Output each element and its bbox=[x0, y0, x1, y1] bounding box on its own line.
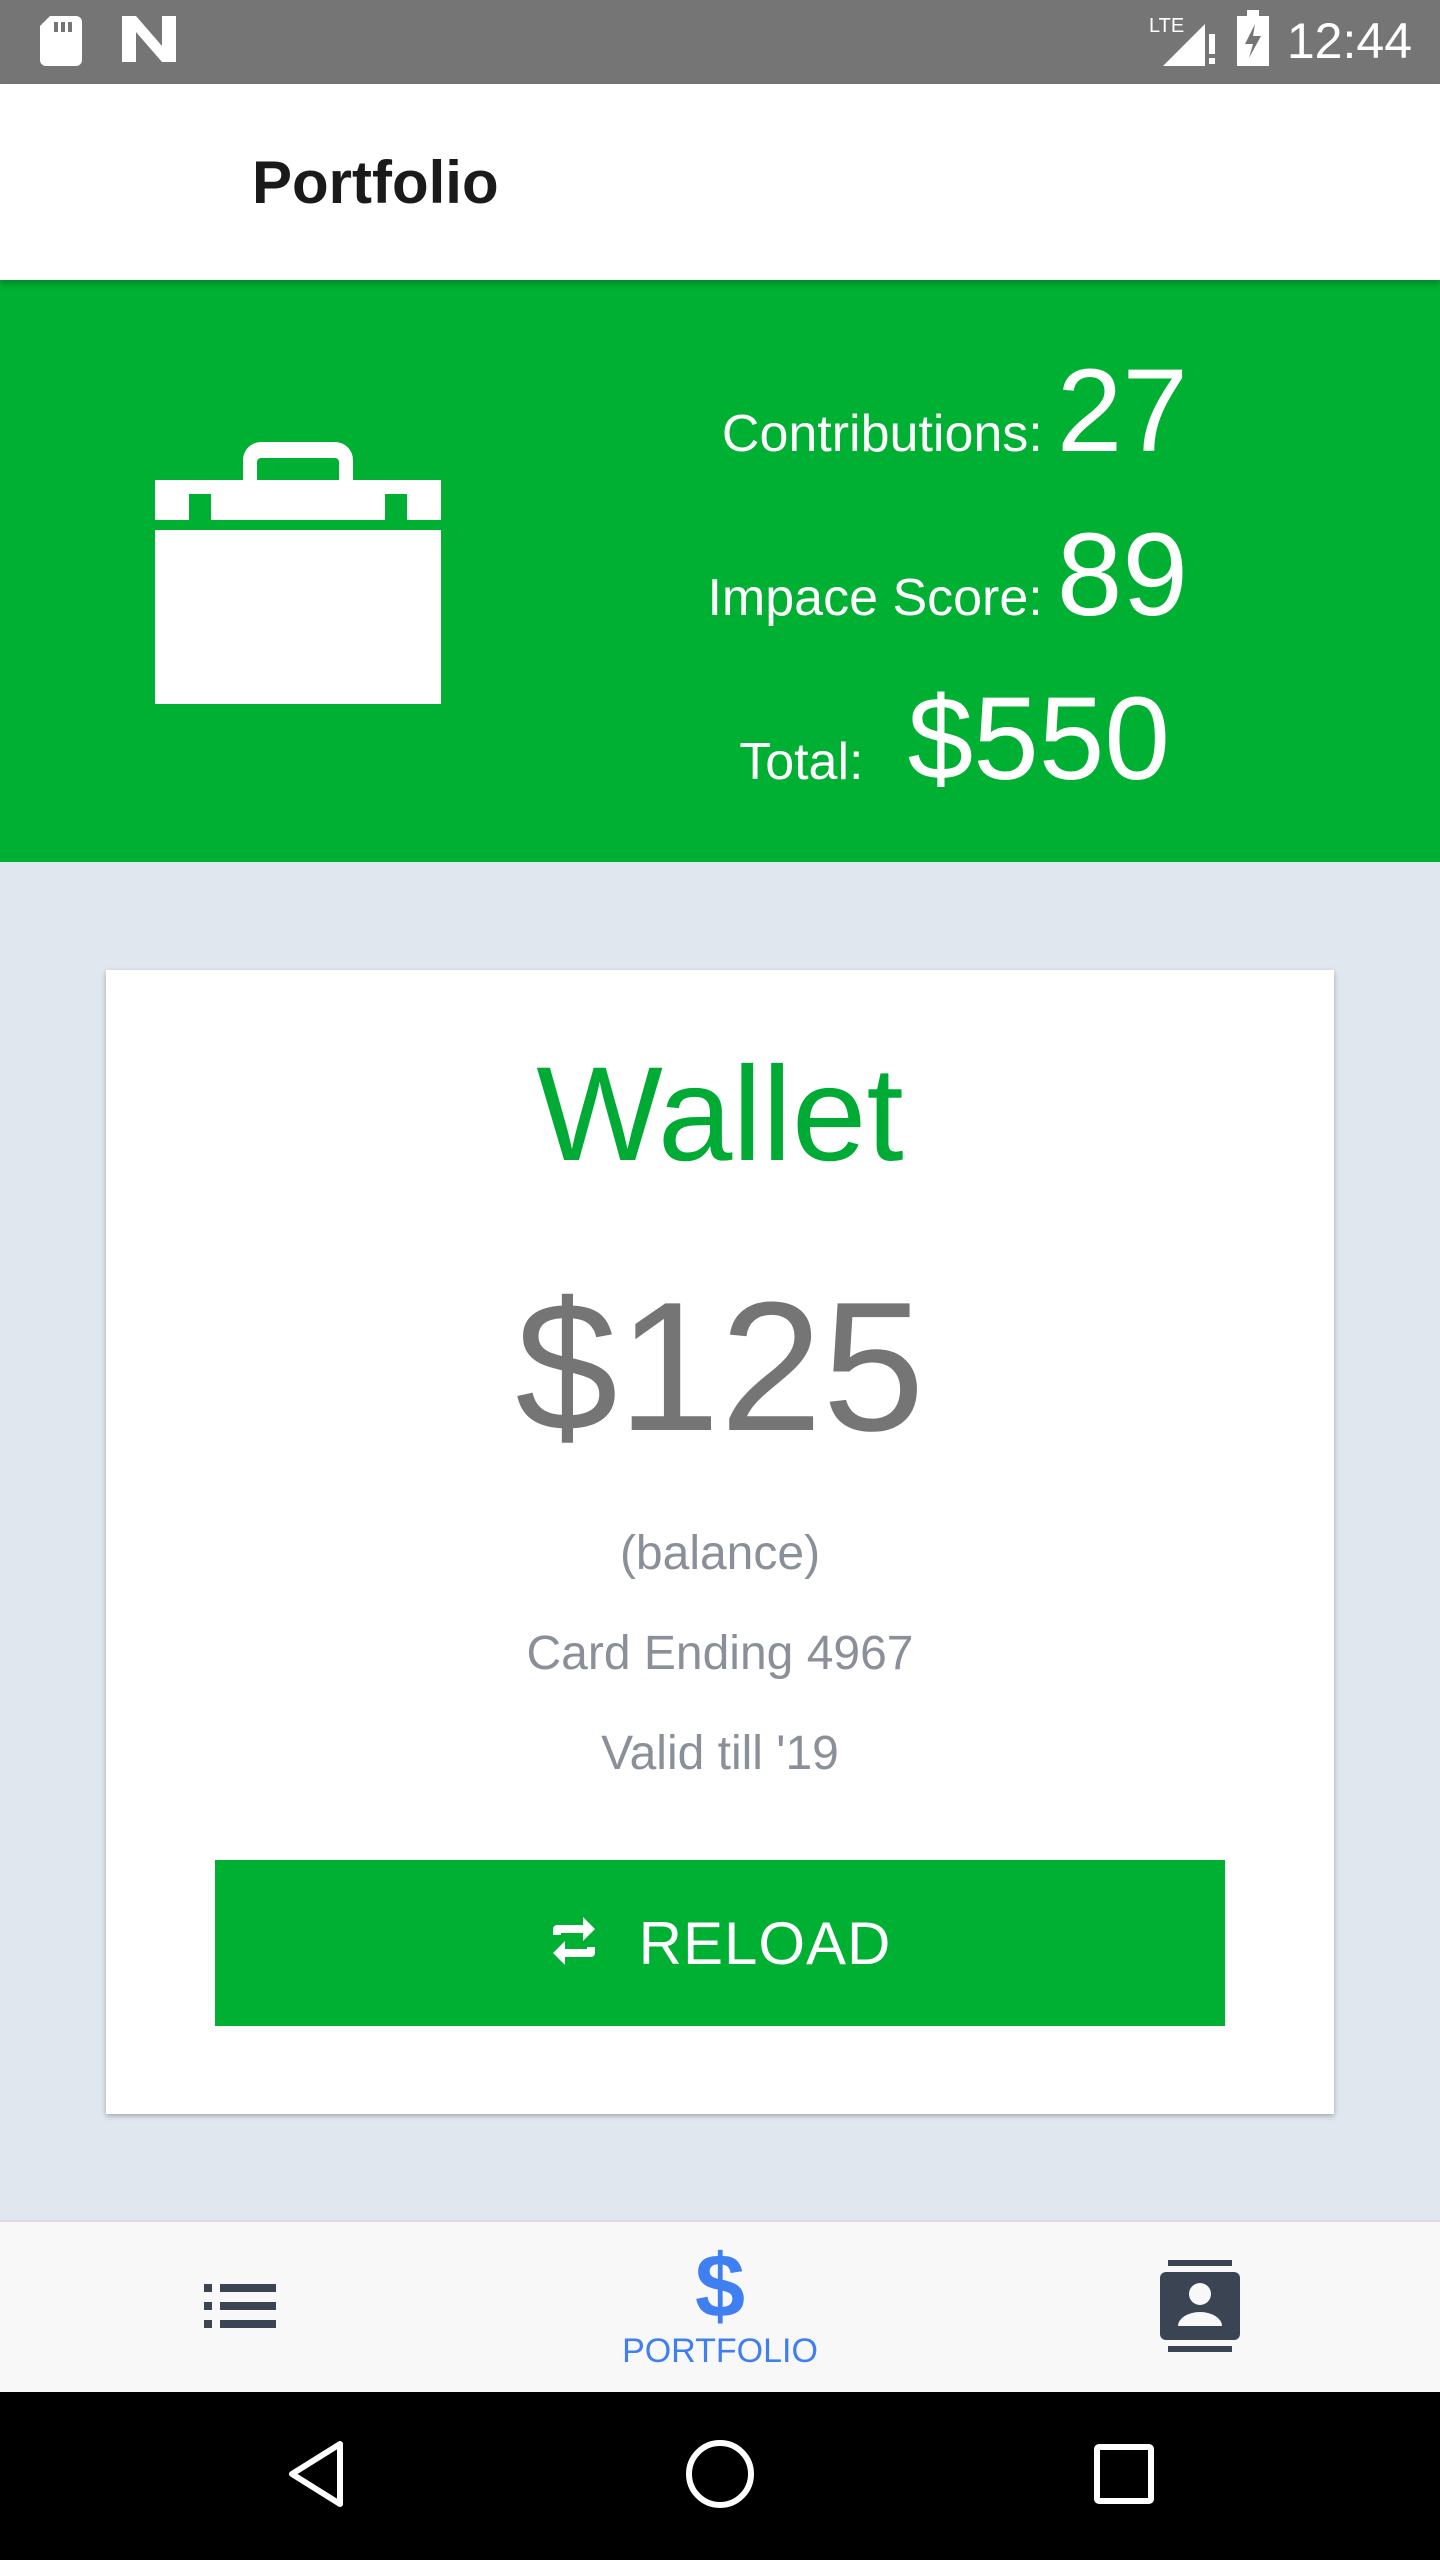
n-logo-icon bbox=[122, 16, 176, 71]
home-button[interactable] bbox=[640, 2392, 800, 2560]
reload-button[interactable]: RELOAD bbox=[215, 1860, 1225, 2026]
impact-score-stat: Impace Score: 89 bbox=[707, 516, 1188, 634]
impact-score-label: Impace Score: bbox=[707, 569, 1043, 627]
home-circle-icon bbox=[684, 2438, 756, 2515]
total-stat: Total: $550 bbox=[739, 680, 1170, 798]
sd-card-icon bbox=[40, 16, 82, 71]
signal-icon: LTE bbox=[1149, 10, 1219, 71]
app-bar: Portfolio bbox=[0, 84, 1440, 280]
system-navigation-bar bbox=[0, 2392, 1440, 2560]
wallet-card: Wallet $125 (balance) Card Ending 4967 V… bbox=[106, 970, 1334, 2114]
impact-score-value: 89 bbox=[1056, 509, 1188, 641]
briefcase-icon bbox=[155, 440, 441, 709]
card-ending: Card Ending 4967 bbox=[526, 1627, 914, 1680]
back-button[interactable] bbox=[236, 2392, 396, 2560]
portfolio-stats-header: Contributions: 27 Impace Score: 89 Total… bbox=[0, 280, 1440, 862]
contributions-label: Contributions: bbox=[721, 405, 1043, 463]
reload-label: RELOAD bbox=[638, 1909, 892, 1977]
back-triangle-icon bbox=[286, 2440, 346, 2513]
status-bar: LTE 12:44 bbox=[0, 0, 1440, 84]
repeat-icon bbox=[549, 1915, 599, 1972]
total-label: Total: bbox=[739, 733, 864, 791]
contributions-stat: Contributions: 27 bbox=[722, 352, 1188, 470]
bottom-navigation: $ PORTFOLIO bbox=[0, 2220, 1440, 2394]
card-valid-till: Valid till '19 bbox=[601, 1727, 839, 1780]
balance-caption: (balance) bbox=[619, 1527, 821, 1580]
contributions-value: 27 bbox=[1056, 345, 1188, 477]
list-icon bbox=[204, 2283, 276, 2333]
clock: 12:44 bbox=[1286, 12, 1412, 69]
page-title: Portfolio bbox=[252, 149, 499, 216]
nav-item-list[interactable] bbox=[160, 2222, 320, 2394]
network-type: LTE bbox=[1149, 15, 1184, 37]
recents-square-icon bbox=[1094, 2443, 1154, 2509]
nav-item-portfolio-label: PORTFOLIO bbox=[622, 2331, 818, 2370]
recents-button[interactable] bbox=[1044, 2392, 1204, 2560]
wallet-title: Wallet bbox=[536, 1040, 904, 1189]
wallet-balance-amount: $125 bbox=[515, 1263, 925, 1469]
contacts-icon bbox=[1160, 2259, 1240, 2357]
total-value: $550 bbox=[907, 673, 1170, 805]
nav-item-contacts[interactable] bbox=[1120, 2222, 1280, 2394]
nav-item-portfolio[interactable]: $ PORTFOLIO bbox=[600, 2222, 840, 2394]
dollar-icon: $ bbox=[694, 2236, 746, 2337]
battery-icon bbox=[1236, 10, 1269, 71]
